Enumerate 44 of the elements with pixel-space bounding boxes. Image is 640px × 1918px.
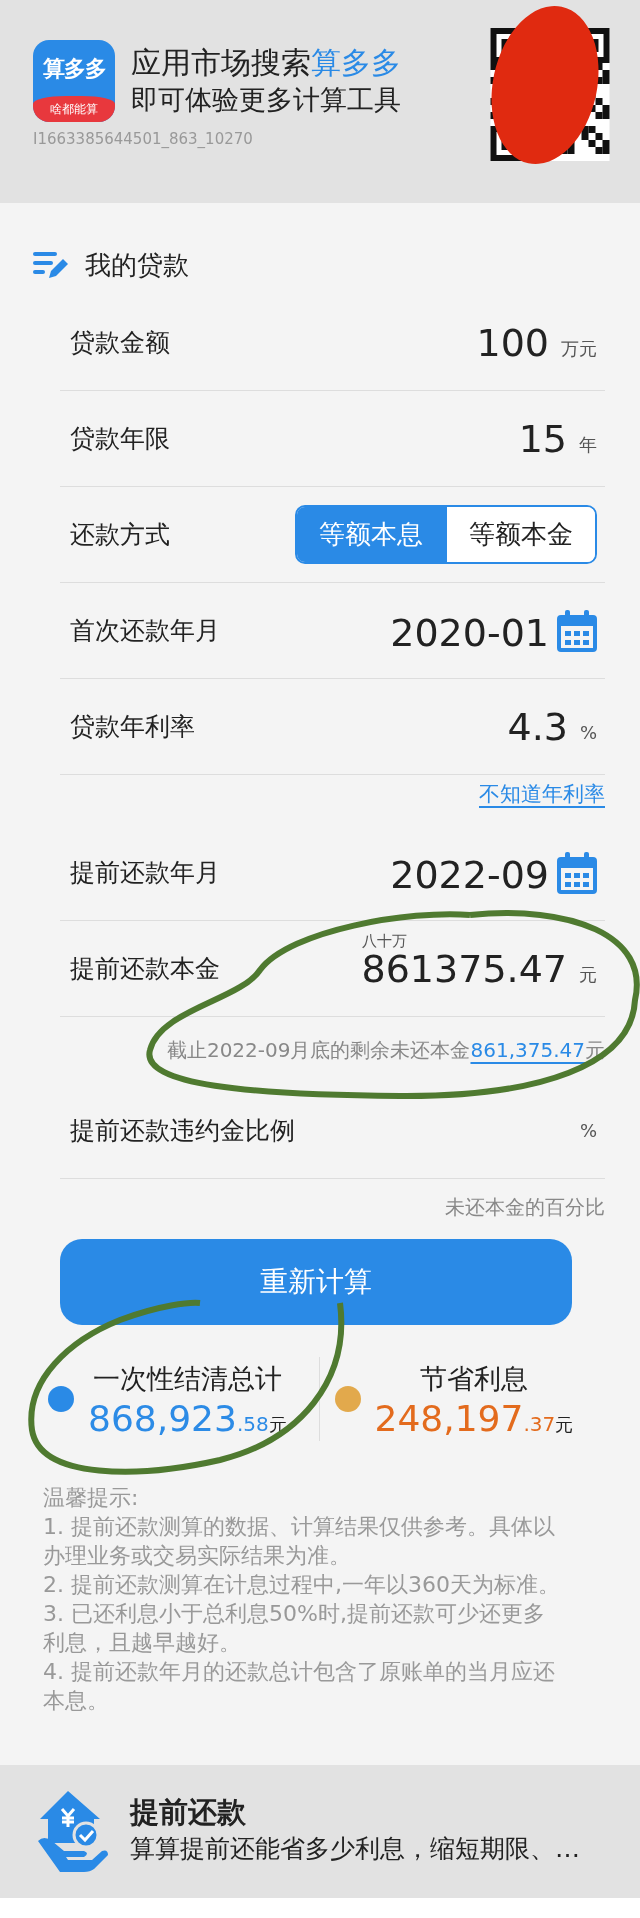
feature-subtitle: 算算提前还能省多少利息，缩短期限、…: [130, 1833, 580, 1866]
field-label: 提前还款年月: [70, 856, 220, 889]
field-label: 贷款金额: [70, 326, 170, 359]
headline-text: 应用市场搜索算多多: [131, 44, 401, 82]
field-value[interactable]: 2020-01: [390, 613, 549, 652]
list-edit-icon: [33, 250, 69, 280]
field-value[interactable]: 4.3: [507, 707, 568, 746]
field-label: 贷款年限: [70, 422, 170, 455]
field-label: 贷款年利率: [70, 710, 195, 743]
tips-title: 温馨提示:: [43, 1484, 140, 1512]
tip-text: 1. 提前还款测算的数据、计算结果仅供参考。具体以办理业务或交易实际结果为准。: [43, 1513, 556, 1570]
feature-title[interactable]: 提前还款: [130, 1795, 580, 1831]
unit-text: 万元: [561, 336, 597, 361]
field-label: 还款方式: [70, 518, 170, 551]
segment-option[interactable]: 等额本息: [297, 507, 445, 562]
code-text: I1663385644501_863_10270: [33, 129, 254, 150]
calendar-icon: [557, 851, 597, 894]
tip-text: 3. 已还利息小于总利息50%时,提前还款可少还更多利息，且越早越好。: [43, 1600, 546, 1657]
result-label: 节省利息: [419, 1361, 528, 1396]
field-value[interactable]: 100: [476, 323, 549, 362]
unit-text: 元: [579, 962, 597, 987]
tip-text: 4. 提前还款年月的还款总计包含了原账单的当月应还本息。: [43, 1658, 556, 1715]
result-label: 一次性结清总计: [92, 1361, 282, 1396]
field-label: 提前还款违约金比例: [70, 1114, 295, 1147]
recalculate-button[interactable]: 重新计算: [60, 1239, 572, 1325]
calendar-icon: [557, 609, 597, 652]
unit-text: %: [579, 720, 597, 745]
section-title: 我的贷款: [85, 248, 189, 282]
amount-caption: 八十万: [361, 930, 407, 952]
field-value[interactable]: 2022-09: [390, 855, 549, 894]
field-label: 首次还款年月: [70, 614, 220, 647]
unit-text: 年: [579, 432, 597, 457]
logo-text: 算多多: [41, 54, 107, 83]
subline-text: 即可体验更多计算工具: [131, 83, 401, 117]
tip-text: 2. 提前还款测算在计息过程中,一年以360天为标准。: [43, 1571, 561, 1599]
field-label: 提前还款本金: [70, 952, 220, 985]
hint-text: 未还本金的百分比: [445, 1194, 605, 1221]
result-amount: 248,197.37元: [374, 1399, 574, 1440]
logo-tagline: 啥都能算: [33, 96, 115, 122]
house-hand-icon: [38, 1790, 110, 1873]
field-value[interactable]: 861375.47: [361, 949, 567, 988]
segment-option[interactable]: 等额本金: [445, 507, 595, 562]
unit-text: %: [579, 1119, 597, 1143]
field-value[interactable]: 15: [518, 419, 567, 458]
